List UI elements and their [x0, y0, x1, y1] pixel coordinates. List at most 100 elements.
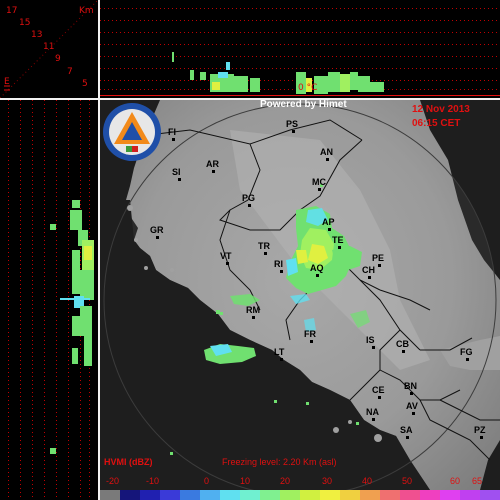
city-marker [318, 188, 321, 191]
city-label: AQ [310, 263, 324, 273]
legend-swatch [140, 490, 160, 500]
city-marker [226, 262, 229, 265]
city-label: TR [258, 241, 270, 251]
city-label: PE [372, 253, 385, 263]
legend-swatch [220, 490, 240, 500]
city-label: CH [362, 265, 375, 275]
legend-tick: 65 [472, 476, 483, 486]
city-marker [280, 270, 283, 273]
city-marker [466, 358, 469, 361]
city-marker [410, 392, 413, 395]
city-marker [264, 252, 267, 255]
city-marker [292, 130, 295, 133]
city-marker [372, 418, 375, 421]
legend-tick: -10 [146, 476, 160, 486]
legend-swatch [360, 490, 380, 500]
legend-swatch [160, 490, 180, 500]
legend-swatch [240, 490, 260, 500]
legend-tick: 0 [204, 476, 210, 486]
powered-by-label: Powered by Himet [260, 99, 347, 110]
altitude-scale-panel: 17 Km 15 13 11 9 7 5 E [0, 0, 98, 98]
legend-tick: -20 [106, 476, 120, 486]
city-label: IS [366, 335, 375, 345]
city-marker [156, 236, 159, 239]
legend-swatch [320, 490, 340, 500]
city-label: MC [312, 177, 326, 187]
city-label: FR [304, 329, 316, 339]
city-marker [212, 170, 215, 173]
city-label: VT [220, 251, 232, 261]
city-marker [378, 264, 381, 267]
city-marker [368, 276, 371, 279]
legend-swatch [480, 490, 500, 500]
city-label: AV [406, 401, 418, 411]
legend-swatch [180, 490, 200, 500]
city-marker [178, 178, 181, 181]
city-label: LT [274, 347, 285, 357]
city-label: RM [246, 305, 260, 315]
city-marker [338, 246, 341, 249]
city-label: SA [400, 425, 413, 435]
legend-swatch [380, 490, 400, 500]
city-marker [280, 358, 283, 361]
east-west-cross-section [0, 100, 98, 500]
city-marker [248, 204, 251, 207]
city-marker [310, 340, 313, 343]
city-label: CE [372, 385, 385, 395]
legend-tick: 40 [362, 476, 373, 486]
legend-tick: 50 [402, 476, 413, 486]
city-label: PZ [474, 425, 486, 435]
city-label: AP [322, 217, 335, 227]
legend-tick: 60 [450, 476, 461, 486]
legend-swatch [300, 490, 320, 500]
time-label: 06:15 CET [412, 118, 461, 129]
city-label: PS [286, 119, 299, 129]
city-marker [378, 396, 381, 399]
legend-tick: 30 [322, 476, 333, 486]
city-label: SI [172, 167, 181, 177]
legend-swatch [420, 490, 440, 500]
city-label: CB [396, 339, 409, 349]
city-marker [252, 316, 255, 319]
city-marker [402, 350, 405, 353]
legend-title: HVMI (dBZ) [104, 457, 153, 467]
legend-tick: 20 [280, 476, 291, 486]
city-marker [480, 436, 483, 439]
city-marker [406, 436, 409, 439]
city-label: GR [150, 225, 164, 235]
legend-swatch [400, 490, 420, 500]
legend-tick: 10 [240, 476, 251, 486]
cross-section-echoes-left [50, 200, 94, 454]
date-label: 12 Nov 2013 [412, 104, 470, 115]
freezing-level-line [100, 95, 500, 96]
legend-swatch [460, 490, 480, 500]
city-label: NA [366, 407, 379, 417]
north-south-cross-section: 0 °C [100, 0, 500, 98]
city-marker [328, 228, 331, 231]
legend-swatch [100, 490, 120, 500]
altitude-diagonal [0, 0, 98, 98]
legend-swatch [260, 490, 280, 500]
city-label: AN [320, 147, 333, 157]
legend-swatch [200, 490, 220, 500]
city-marker [372, 346, 375, 349]
legend-color-bar [100, 490, 500, 500]
city-label: BN [404, 381, 417, 391]
city-marker [172, 138, 175, 141]
city-label: RI [274, 259, 283, 269]
freezing-marker-label: 0 °C [298, 83, 318, 93]
city-marker [326, 158, 329, 161]
legend-swatch [440, 490, 460, 500]
city-label: AR [206, 159, 219, 169]
city-marker [316, 274, 319, 277]
civil-protection-logo [103, 103, 161, 161]
legend-swatch [280, 490, 300, 500]
city-label: FG [460, 347, 473, 357]
legend-swatch [340, 490, 360, 500]
city-label: FI [168, 127, 176, 137]
city-label: TE [332, 235, 344, 245]
legend-tick-row: -20 -10 0 10 20 30 40 50 60 65 [100, 476, 500, 486]
city-marker [412, 412, 415, 415]
city-label: PG [242, 193, 256, 203]
legend-swatch [120, 490, 140, 500]
